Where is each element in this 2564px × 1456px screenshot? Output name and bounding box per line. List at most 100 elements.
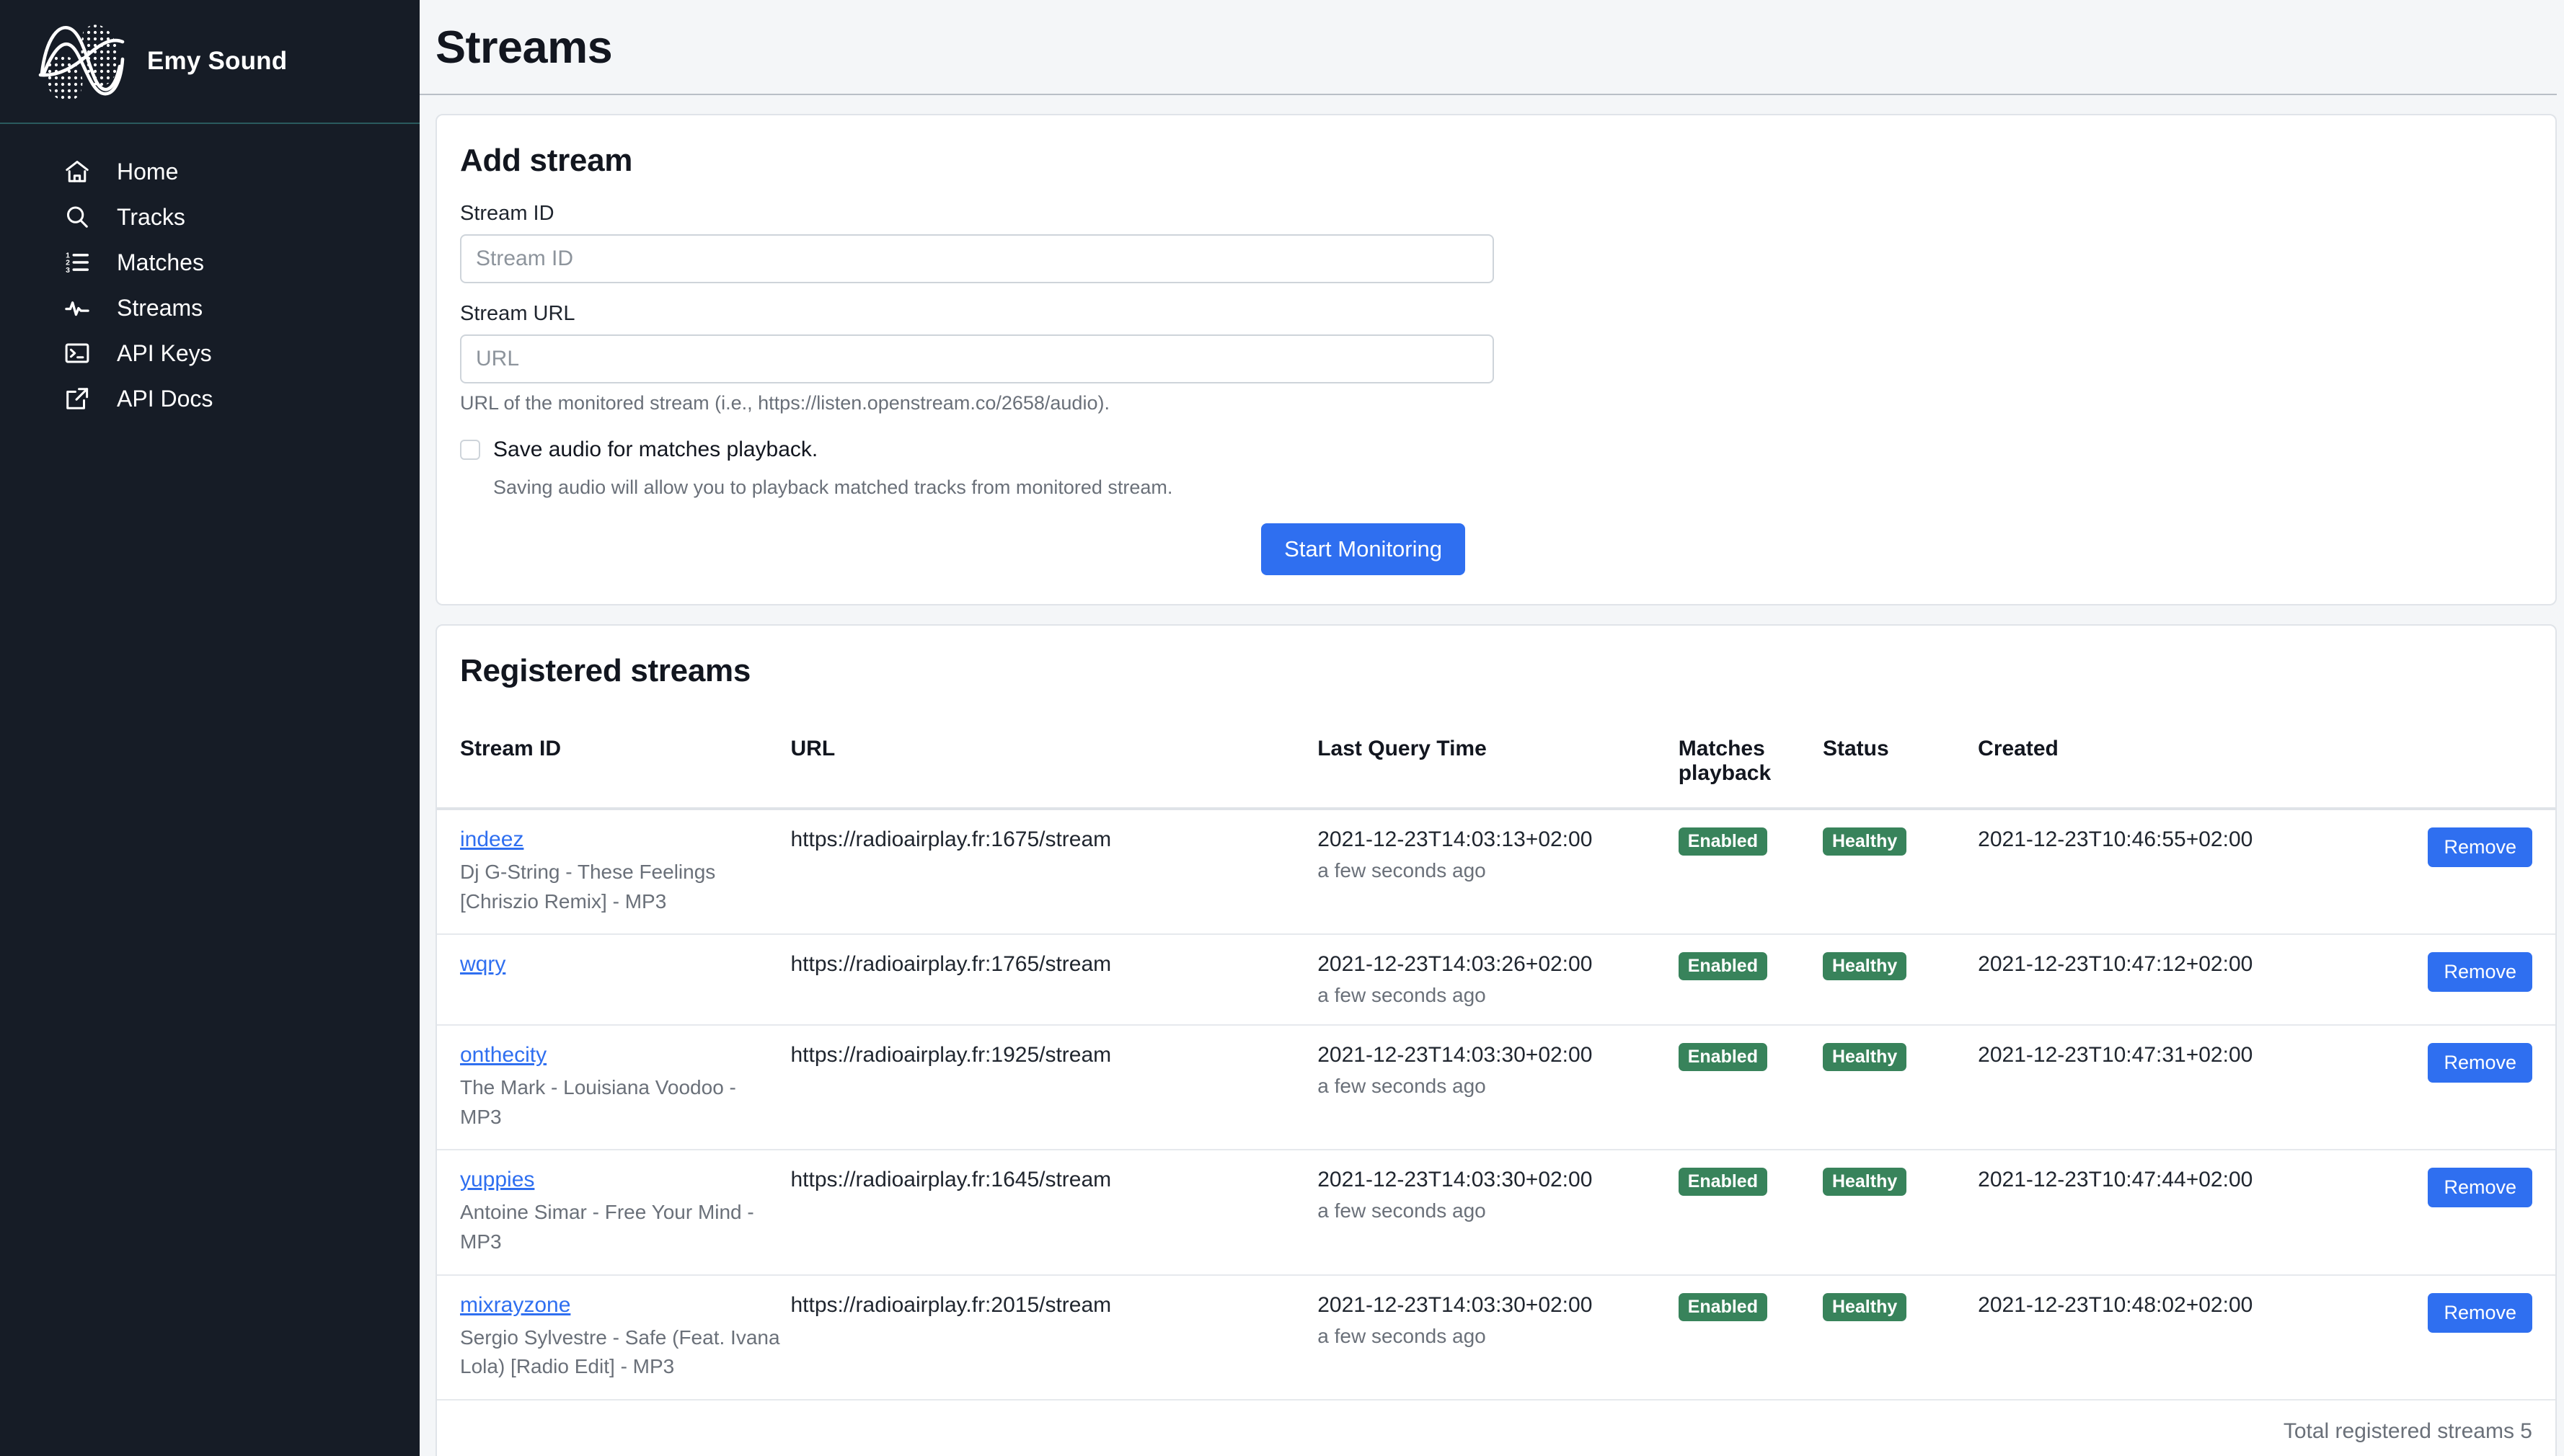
external-link-icon	[66, 387, 89, 409]
cell-actions: Remove	[2382, 809, 2555, 936]
cell-created: 2021-12-23T10:47:12+02:00	[1978, 934, 2382, 1026]
cell-url: https://radioairplay.fr:1765/stream	[790, 934, 1318, 1026]
stream-url-help: URL of the monitored stream (i.e., https…	[460, 392, 1110, 414]
stream-id-input[interactable]	[460, 234, 1494, 284]
brand-header[interactable]: Emy Sound	[0, 0, 420, 124]
sidebar: Emy Sound Home Tracks 1 2 3 Matches Stre…	[0, 0, 420, 1456]
cell-matches-playback: Enabled	[1678, 1150, 1823, 1276]
table-body: indeez Dj G-String - These Feelings [Chri…	[437, 809, 2555, 1400]
add-stream-card: Add stream Stream ID Stream URL URL of t…	[436, 114, 2557, 606]
table-header: Stream ID URL Last Query Time Matches pl…	[437, 712, 2555, 811]
status-badge: Healthy	[1822, 1292, 1907, 1321]
sidebar-item-label: API Keys	[117, 339, 212, 366]
cell-last-query-time: 2021-12-23T14:03:30+02:00 a few seconds a…	[1317, 1150, 1679, 1276]
remove-stream-button[interactable]: Remove	[2428, 827, 2532, 868]
table-row: mixrayzone Sergio Sylvestre - Safe (Feat.…	[437, 1274, 2555, 1400]
sidebar-item-home[interactable]: Home	[0, 148, 420, 194]
cell-status: Healthy	[1822, 934, 1979, 1026]
cell-status: Healthy	[1822, 1274, 1979, 1400]
stream-id-link[interactable]: wqry	[460, 952, 505, 976]
sidebar-item-tracks[interactable]: Tracks	[0, 194, 420, 239]
cell-matches-playback: Enabled	[1678, 1025, 1823, 1151]
cell-last-query-time: 2021-12-23T14:03:26+02:00 a few seconds a…	[1317, 934, 1679, 1026]
cell-stream-id: indeez Dj G-String - These Feelings [Chri…	[437, 809, 791, 936]
pulse-activity-icon	[65, 301, 89, 316]
cell-stream-id: mixrayzone Sergio Sylvestre - Safe (Feat.…	[437, 1274, 791, 1400]
now-playing-text: The Mark - Louisiana Voodoo - MP3	[460, 1076, 736, 1128]
stream-id-label: Stream ID	[460, 202, 554, 226]
table-row: indeez Dj G-String - These Feelings [Chri…	[437, 809, 2555, 936]
cell-stream-id: yuppies Antoine Simar - Free Your Mind - …	[437, 1150, 791, 1276]
cell-created: 2021-12-23T10:47:31+02:00	[1978, 1025, 2382, 1151]
matches-playback-badge: Enabled	[1678, 1043, 1767, 1072]
table-row: yuppies Antoine Simar - Free Your Mind - …	[437, 1150, 2555, 1276]
matches-playback-badge: Enabled	[1678, 1168, 1767, 1197]
status-badge: Healthy	[1822, 1043, 1907, 1072]
now-playing-text: Antoine Simar - Free Your Mind - MP3	[460, 1201, 754, 1253]
brand-name: Emy Sound	[147, 47, 288, 75]
terminal-icon	[65, 342, 89, 363]
cell-last-query-time: 2021-12-23T14:03:13+02:00 a few seconds a…	[1317, 809, 1679, 936]
cell-status: Healthy	[1822, 1025, 1979, 1151]
sidebar-item-label: Matches	[117, 249, 204, 275]
stream-id-link[interactable]: onthecity	[460, 1043, 547, 1067]
save-audio-help: Saving audio will allow you to playback …	[493, 476, 1173, 499]
save-audio-checkbox[interactable]	[460, 440, 480, 461]
cell-url: https://radioairplay.fr:1675/stream	[790, 809, 1318, 936]
stream-url-input[interactable]	[460, 334, 1494, 384]
sidebar-nav: Home Tracks 123 Matches Streams API Keys…	[0, 124, 420, 421]
col-header-url: URL	[790, 712, 1318, 811]
remove-stream-button[interactable]: Remove	[2428, 1168, 2532, 1208]
cell-actions: Remove	[2382, 934, 2555, 1026]
cell-actions: Remove	[2382, 1150, 2555, 1276]
sound-wave-logo-icon	[38, 25, 125, 102]
search-icon	[66, 206, 88, 228]
remove-stream-button[interactable]: Remove	[2428, 952, 2532, 993]
cell-last-query-time: 2021-12-23T14:03:30+02:00 a few seconds a…	[1317, 1274, 1679, 1400]
save-audio-label: Save audio for matches playback.	[493, 438, 818, 462]
status-badge: Healthy	[1822, 952, 1907, 981]
cell-url: https://radioairplay.fr:2015/stream	[790, 1274, 1318, 1400]
now-playing-text: Dj G-String - These Feelings [Chriszio R…	[460, 861, 716, 913]
cell-created: 2021-12-23T10:46:55+02:00	[1978, 809, 2382, 936]
sidebar-item-matches[interactable]: 123 Matches	[0, 239, 420, 285]
stream-id-link[interactable]: mixrayzone	[460, 1293, 570, 1317]
sidebar-item-label: Home	[117, 158, 179, 185]
status-badge: Healthy	[1822, 1168, 1907, 1197]
cell-stream-id: onthecity The Mark - Louisiana Voodoo - M…	[437, 1025, 791, 1151]
now-playing-text: Sergio Sylvestre - Safe (Feat. Ivana Lol…	[460, 1326, 780, 1378]
cell-url: https://radioairplay.fr:1925/stream	[790, 1025, 1318, 1151]
sidebar-item-label: Streams	[117, 294, 203, 321]
main-content: Streams Add stream Stream ID Stream URL …	[420, 0, 2564, 1456]
cell-matches-playback: Enabled	[1678, 934, 1823, 1026]
remove-stream-button[interactable]: Remove	[2428, 1292, 2532, 1333]
start-monitoring-button[interactable]: Start Monitoring	[1261, 523, 1465, 576]
sidebar-item-streams[interactable]: Streams	[0, 285, 420, 330]
cell-created: 2021-12-23T10:47:44+02:00	[1978, 1150, 2382, 1276]
table-header-row: Stream ID URL Last Query Time Matches pl…	[437, 712, 2555, 811]
col-header-status: Status	[1822, 712, 1979, 811]
cell-stream-id: wqry	[437, 934, 791, 1026]
stream-id-link[interactable]: indeez	[460, 827, 523, 851]
last-query-timestamp: 2021-12-23T14:03:13+02:00	[1317, 827, 1593, 852]
stream-id-link[interactable]: yuppies	[460, 1168, 534, 1191]
remove-stream-button[interactable]: Remove	[2428, 1043, 2532, 1083]
stream-url-label: Stream URL	[460, 302, 575, 326]
cell-actions: Remove	[2382, 1274, 2555, 1400]
sidebar-item-api-docs[interactable]: API Docs	[0, 376, 420, 421]
svg-text:3: 3	[66, 266, 70, 274]
cell-matches-playback: Enabled	[1678, 809, 1823, 936]
cell-status: Healthy	[1822, 1150, 1979, 1276]
registered-streams-title: Registered streams	[460, 653, 751, 689]
save-audio-row: Save audio for matches playback.	[460, 438, 2532, 462]
stream-id-field-group: Stream ID	[460, 202, 2532, 284]
cell-matches-playback: Enabled	[1678, 1274, 1823, 1400]
cell-url: https://radioairplay.fr:1645/stream	[790, 1150, 1318, 1276]
last-query-relative: a few seconds ago	[1317, 1199, 1486, 1222]
sidebar-item-api-keys[interactable]: API Keys	[0, 330, 420, 376]
col-header-actions	[2382, 712, 2555, 811]
table-row: wqry https://radioairplay.fr:1765/stream 2…	[437, 934, 2555, 1026]
registered-streams-card: Registered streams Stream ID URL Last Qu…	[436, 624, 2557, 1456]
matches-playback-badge: Enabled	[1678, 827, 1767, 856]
matches-playback-badge: Enabled	[1678, 1292, 1767, 1321]
